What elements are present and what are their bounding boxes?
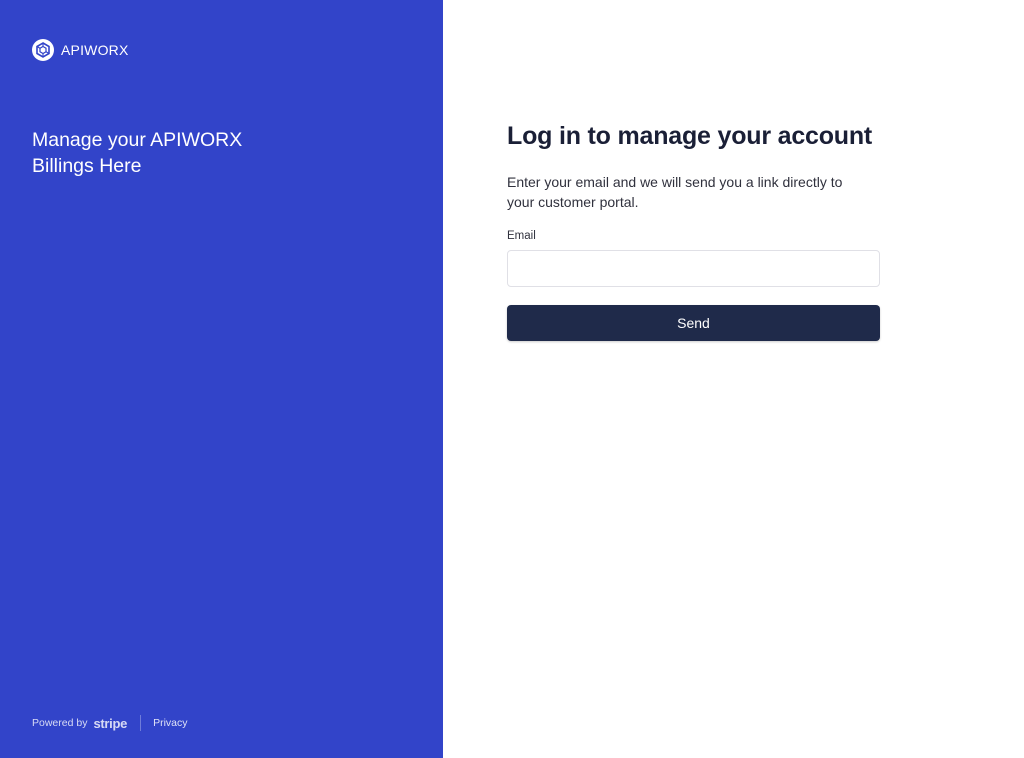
footer-divider: [140, 715, 142, 731]
hexagon-logo-icon: [32, 39, 54, 61]
email-label: Email: [507, 230, 536, 242]
panel-headline: Manage your APIWORX Billings Here: [32, 127, 292, 179]
footer: Powered by stripe Privacy: [32, 714, 188, 732]
privacy-link[interactable]: Privacy: [153, 717, 187, 729]
brand-name: APIWORX: [61, 42, 129, 58]
login-form: Log in to manage your account Enter your…: [507, 120, 880, 341]
send-button[interactable]: Send: [507, 305, 880, 341]
powered-by-stripe-link[interactable]: Powered by stripe: [32, 716, 127, 731]
page-title: Log in to manage your account: [507, 122, 873, 150]
login-page: APIWORX Manage your APIWORX Billings Her…: [0, 0, 1024, 758]
headline-line-1: Manage your APIWORX: [32, 129, 243, 151]
stripe-logo: stripe: [93, 715, 128, 731]
email-input[interactable]: [507, 250, 880, 287]
brand-panel: APIWORX Manage your APIWORX Billings Her…: [0, 0, 443, 758]
brand: APIWORX: [32, 39, 129, 61]
headline-line-2: Billings Here: [32, 155, 142, 177]
form-panel: Log in to manage your account Enter your…: [443, 0, 1024, 758]
powered-by-label: Powered by: [32, 717, 88, 729]
page-subtitle: Enter your email and we will send you a …: [507, 174, 843, 210]
